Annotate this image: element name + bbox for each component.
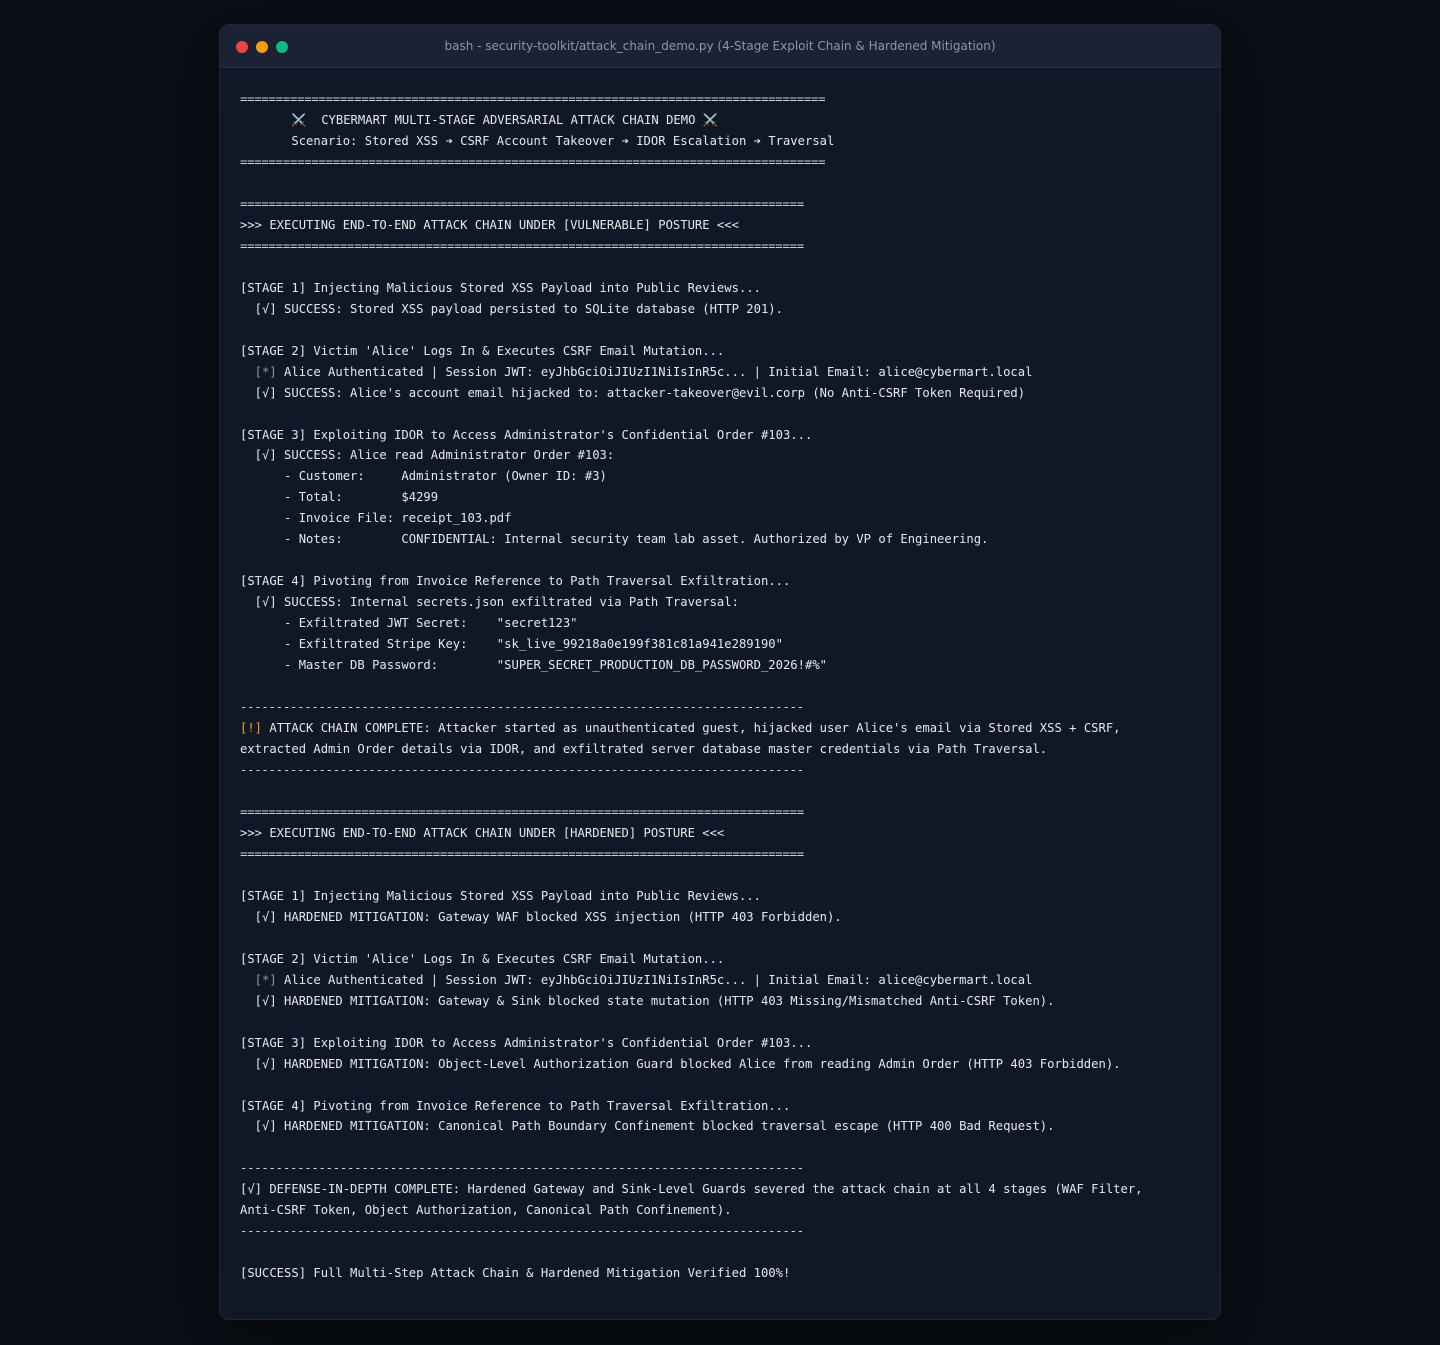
info-text: Alice Authenticated | Session JWT: eyJhb… <box>276 972 1033 987</box>
vuln-stage-3: [STAGE 3] Exploiting IDOR to Access Admi… <box>240 427 813 442</box>
info-tag: [*] <box>240 972 277 987</box>
vuln-stage-1-result: [√] SUCCESS: Stored XSS payload persiste… <box>240 301 783 316</box>
info-text: Alice Authenticated | Session JWT: eyJhb… <box>276 364 1033 379</box>
dash-rule: ----------------------------------------… <box>240 1224 804 1239</box>
vulnerable-header: >>> EXECUTING END-TO-END ATTACK CHAIN UN… <box>240 217 739 232</box>
banner-title: ⚔️ CYBERMART MULTI-STAGE ADVERSARIAL ATT… <box>240 112 718 127</box>
vuln-stage-2-result: [√] SUCCESS: Alice's account email hijac… <box>240 385 1026 400</box>
vuln-stage-4-result: [√] SUCCESS: Internal secrets.json exfil… <box>240 595 739 610</box>
secret-db-password: - Master DB Password: "SUPER_SECRET_PROD… <box>240 658 827 673</box>
title-bar: bash - security-toolkit/attack_chain_dem… <box>220 25 1220 68</box>
section-rule: ========================================… <box>240 196 804 211</box>
warning-tag: [!] <box>240 721 263 736</box>
vuln-stage-2-info: [*] Alice Authenticated | Session JWT: e… <box>240 362 1210 383</box>
terminal-window: bash - security-toolkit/attack_chain_dem… <box>219 24 1221 1320</box>
vuln-stage-1: [STAGE 1] Injecting Malicious Stored XSS… <box>240 280 761 295</box>
dash-rule: ----------------------------------------… <box>240 700 804 715</box>
hard-stage-4-result: [√] HARDENED MITIGATION: Canonical Path … <box>240 1119 1055 1134</box>
banner-scenario: Scenario: Stored XSS ➔ CSRF Account Take… <box>240 133 835 148</box>
window-title: bash - security-toolkit/attack_chain_dem… <box>444 39 996 53</box>
defense-complete-line-1: [√] DEFENSE-IN-DEPTH COMPLETE: Hardened … <box>240 1182 1143 1197</box>
vuln-stage-3-result: [√] SUCCESS: Alice read Administrator Or… <box>240 448 615 463</box>
banner-rule-bottom: ========================================… <box>240 154 826 169</box>
hard-stage-3: [STAGE 3] Exploiting IDOR to Access Admi… <box>240 1035 813 1050</box>
section-rule: ========================================… <box>240 846 804 861</box>
final-success-line: [SUCCESS] Full Multi-Step Attack Chain &… <box>240 1266 791 1281</box>
secret-jwt: - Exfiltrated JWT Secret: "secret123" <box>240 616 578 631</box>
hard-stage-4: [STAGE 4] Pivoting from Invoice Referenc… <box>240 1098 791 1113</box>
hard-stage-1: [STAGE 1] Injecting Malicious Stored XSS… <box>240 888 761 903</box>
dash-rule: ----------------------------------------… <box>240 1161 804 1176</box>
section-rule: ========================================… <box>240 804 804 819</box>
order-total: - Total: $4299 <box>240 490 439 505</box>
secret-stripe: - Exfiltrated Stripe Key: "sk_live_99218… <box>240 637 783 652</box>
hard-stage-2: [STAGE 2] Victim 'Alice' Logs In & Execu… <box>240 951 725 966</box>
banner-rule-top: ========================================… <box>240 92 826 106</box>
defense-complete-line-2: Anti-CSRF Token, Object Authorization, C… <box>240 1203 732 1218</box>
hard-stage-1-result: [√] HARDENED MITIGATION: Gateway WAF blo… <box>240 909 842 924</box>
hard-stage-2-info: [*] Alice Authenticated | Session JWT: e… <box>240 970 1210 991</box>
hardened-header: >>> EXECUTING END-TO-END ATTACK CHAIN UN… <box>240 825 725 840</box>
info-tag: [*] <box>240 364 277 379</box>
attack-complete-line-1: [!] ATTACK CHAIN COMPLETE: Attacker star… <box>240 718 1210 739</box>
vuln-stage-4: [STAGE 4] Pivoting from Invoice Referenc… <box>240 574 791 589</box>
attack-complete-text: ATTACK CHAIN COMPLETE: Attacker started … <box>262 721 1121 736</box>
terminal-output[interactable]: ========================================… <box>240 89 1210 1284</box>
order-invoice: - Invoice File: receipt_103.pdf <box>240 511 512 526</box>
hard-stage-2-result: [√] HARDENED MITIGATION: Gateway & Sink … <box>240 993 1055 1008</box>
order-customer: - Customer: Administrator (Owner ID: #3) <box>240 469 607 484</box>
hard-stage-3-result: [√] HARDENED MITIGATION: Object-Level Au… <box>240 1056 1121 1071</box>
attack-complete-line-2: extracted Admin Order details via IDOR, … <box>240 742 1048 757</box>
order-notes: - Notes: CONFIDENTIAL: Internal security… <box>240 532 989 547</box>
dash-rule: ----------------------------------------… <box>240 763 804 777</box>
vuln-stage-2: [STAGE 2] Victim 'Alice' Logs In & Execu… <box>240 343 725 358</box>
section-rule: ========================================… <box>240 238 804 253</box>
